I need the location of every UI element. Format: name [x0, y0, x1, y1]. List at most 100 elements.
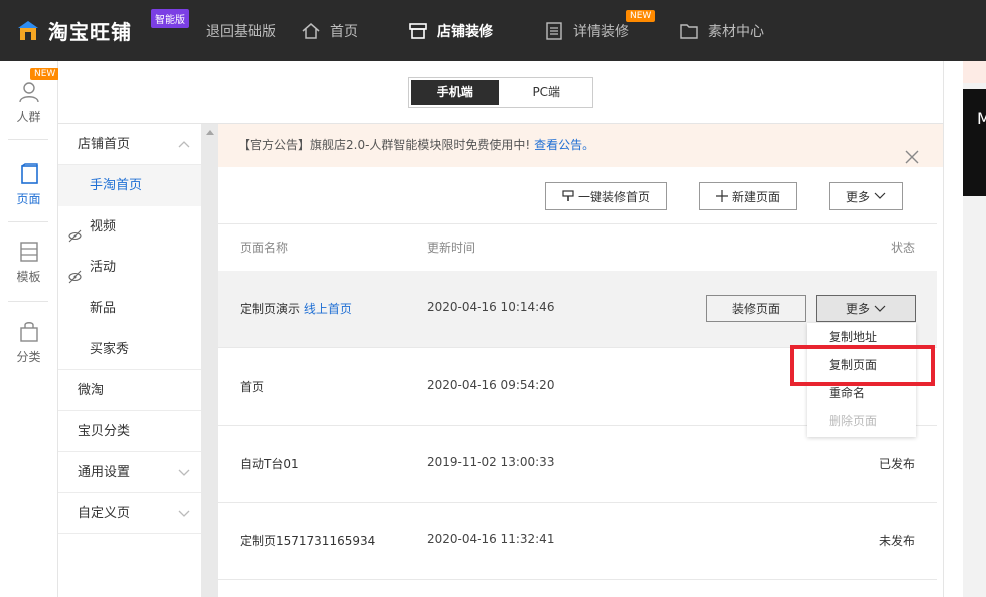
new-tag: NEW [30, 68, 60, 80]
rail-item-crowd[interactable]: 人群 [0, 81, 57, 125]
device-toggle-bar: 手机端 PC端 [58, 61, 943, 124]
sidebar-item-label: 手淘首页 [90, 178, 143, 193]
nav-detail-decoration[interactable]: 详情装修 [544, 0, 629, 61]
page-name: 定制页1571731165934 [240, 534, 376, 548]
column-header-status: 状态 [890, 241, 915, 255]
button-label: 装修页面 [731, 302, 780, 316]
nav-label: 首页 [330, 23, 358, 40]
sidebar-item-general-settings[interactable]: 通用设置 [58, 452, 201, 493]
page-name: 自动T台01 [240, 457, 299, 471]
sidebar-item-label: 新品 [90, 301, 117, 316]
preview-peek: M [963, 89, 986, 196]
chevron-down-icon [874, 192, 886, 200]
sidebar-item-label: 通用设置 [78, 465, 131, 480]
new-tag: NEW [626, 10, 656, 22]
tab-pc[interactable]: PC端 [501, 78, 592, 107]
column-header-time: 更新时间 [427, 241, 476, 255]
announcement-banner: 【官方公告】旗舰店2.0-人群智能模块限时免费使用中! 查看公告。 [218, 124, 943, 167]
brush-icon [562, 190, 574, 202]
update-time: 2020-04-16 10:14:46 [427, 300, 555, 314]
folder-icon [679, 21, 699, 41]
nav-label: 退回基础版 [206, 23, 276, 40]
divider [8, 139, 48, 140]
status-text: 已发布 [878, 457, 915, 471]
page-name-text: 定制页演示 [240, 302, 301, 316]
user-icon [18, 82, 40, 106]
sidebar-item-video[interactable]: 视频 [58, 206, 201, 247]
update-time: 2019-11-02 13:00:33 [427, 455, 555, 469]
plus-icon [715, 190, 728, 202]
rail-label: 页面 [16, 192, 41, 206]
rail-item-template[interactable]: 模板 [0, 241, 57, 285]
app-title: 淘宝旺铺 [48, 20, 132, 44]
divider [8, 221, 48, 222]
sidebar-item-label: 活动 [90, 260, 117, 275]
announcement-link[interactable]: 查看公告。 [534, 138, 594, 152]
sidebar-item-new-products[interactable]: 新品 [58, 288, 201, 329]
nav-back-basic[interactable]: 退回基础版 [206, 0, 276, 61]
rail-item-category[interactable]: 分类 [0, 321, 57, 365]
nav-label: 店铺装修 [437, 23, 493, 40]
new-page-button[interactable]: 新建页面 [699, 182, 797, 210]
nav-label: 详情装修 [573, 23, 629, 40]
column-header-name: 页面名称 [240, 241, 289, 255]
home-icon [301, 21, 321, 41]
nav-home[interactable]: 首页 [301, 0, 358, 61]
sidebar-item-label: 店铺首页 [78, 137, 131, 152]
page-icon [18, 163, 40, 188]
rail-label: 分类 [16, 350, 41, 364]
preview-edge [963, 61, 986, 83]
one-click-decorate-button[interactable]: 一键装修首页 [545, 182, 667, 210]
sidebar-item-label: 自定义页 [78, 506, 131, 521]
status-text: 未发布 [878, 534, 915, 548]
close-icon[interactable] [905, 139, 919, 164]
sidebar-item-activity[interactable]: 活动 [58, 247, 201, 288]
store-icon [408, 21, 428, 41]
rail-label: 人群 [16, 110, 41, 124]
sidebar-item-weitao[interactable]: 微淘 [58, 370, 201, 411]
online-home-tag[interactable]: 线上首页 [304, 302, 352, 316]
sidebar-item-category[interactable]: 宝贝分类 [58, 411, 201, 452]
main-scrollbar[interactable] [943, 61, 963, 597]
page-sidebar: 店铺首页 手淘首页 视频 活动 新品 买家秀 微淘 宝贝分类 通用设置 自定义页 [58, 124, 201, 597]
sidebar-item-custom-page[interactable]: 自定义页 [58, 493, 201, 534]
menu-item-delete-page: 删除页面 [829, 414, 878, 428]
rail-label: 模板 [16, 270, 41, 284]
top-bar: 淘宝旺铺 智能版 退回基础版 首页 店铺装修 详情装修 NEW 素材中心 [0, 0, 986, 61]
button-label: 更多 [845, 189, 870, 204]
chevron-down-icon [177, 493, 191, 551]
rail-item-page[interactable]: 页面 [0, 163, 57, 207]
nav-label: 素材中心 [708, 23, 764, 40]
sidebar-item-label: 宝贝分类 [78, 424, 131, 439]
more-button[interactable]: 更多 [829, 182, 903, 210]
table-row[interactable]: 自动T台01 2019-11-02 13:00:33 已发布 [218, 426, 937, 503]
icon-rail: 人群 NEW 页面 模板 分类 [0, 61, 60, 597]
sidebar-item-mobile-home[interactable]: 手淘首页 [58, 165, 201, 206]
table-header: 页面名称 更新时间 状态 [218, 223, 937, 271]
sidebar-item-label: 视频 [90, 219, 117, 234]
preview-text: M [977, 109, 986, 128]
sidebar-scrollbar[interactable] [201, 124, 218, 597]
table-row[interactable]: 定制页1571731165934 2020-04-16 11:32:41 未发布 [218, 503, 937, 580]
scroll-up-arrow-icon[interactable] [206, 130, 214, 135]
tab-mobile[interactable]: 手机端 [411, 80, 499, 105]
nav-store-decoration[interactable]: 店铺装修 [408, 0, 493, 61]
sidebar-item-store-home[interactable]: 店铺首页 [58, 124, 201, 165]
sidebar-item-buyer-show[interactable]: 买家秀 [58, 329, 201, 370]
decorate-page-button[interactable]: 装修页面 [706, 295, 806, 322]
bag-icon [18, 322, 40, 346]
row-more-button[interactable]: 更多 [816, 295, 916, 322]
logo-icon [16, 19, 40, 43]
divider [8, 301, 48, 302]
document-icon [544, 21, 564, 41]
button-label: 更多 [845, 302, 870, 316]
nav-material-center[interactable]: 素材中心 [679, 0, 764, 61]
highlight-annotation [790, 345, 935, 386]
template-icon [18, 242, 40, 266]
sidebar-item-label: 微淘 [78, 383, 105, 398]
device-toggle: 手机端 PC端 [408, 77, 593, 108]
page-name: 定制页演示 线上首页 [240, 300, 352, 317]
logo[interactable]: 淘宝旺铺 [16, 16, 132, 45]
button-label: 新建页面 [731, 189, 780, 204]
sidebar-item-label: 买家秀 [90, 342, 130, 357]
